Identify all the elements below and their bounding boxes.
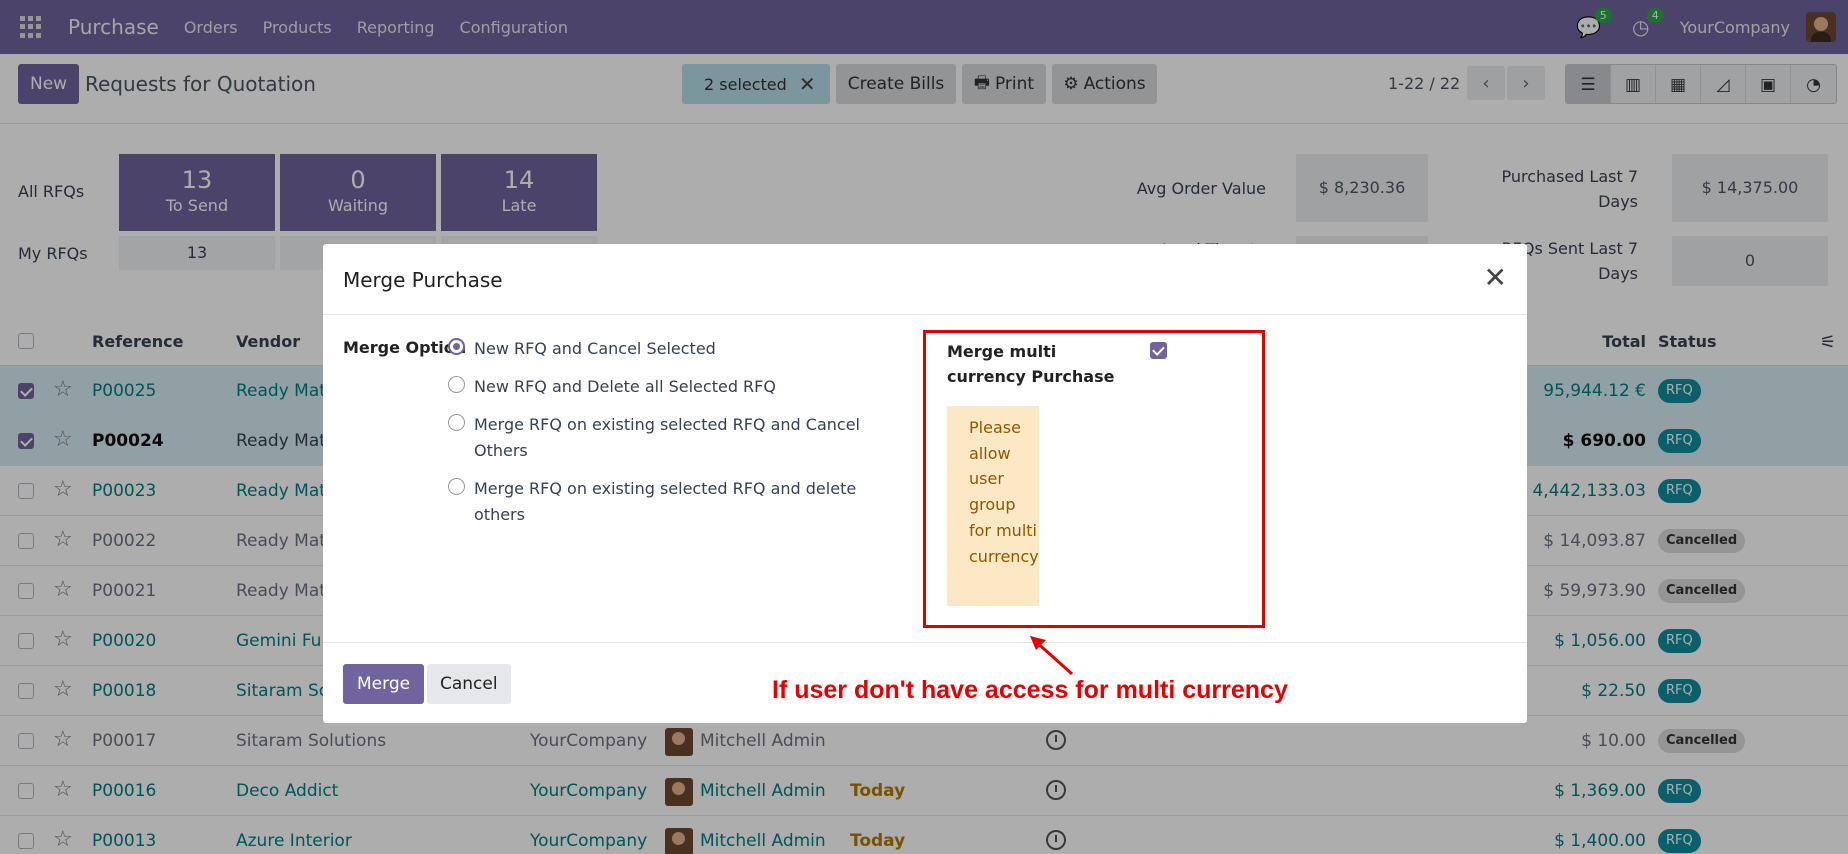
radio-option-label: Merge RFQ on existing selected RFQ and C… <box>474 415 860 460</box>
footer-divider <box>323 642 1527 643</box>
radio-option-new-cancel[interactable]: New RFQ and Cancel Selected <box>448 336 860 362</box>
close-icon[interactable]: ✕ <box>1484 264 1507 292</box>
merge-button[interactable]: Merge <box>343 664 425 704</box>
radio-option-label: New RFQ and Delete all Selected RFQ <box>474 377 776 396</box>
radio-option-label: New RFQ and Cancel Selected <box>474 339 716 358</box>
cancel-button[interactable]: Cancel <box>427 664 511 704</box>
annotation-arrow-icon <box>1030 636 1074 676</box>
radio-button[interactable] <box>448 478 465 495</box>
dialog-title: Merge Purchase <box>343 268 503 292</box>
multi-currency-highlight-box: Merge multi currency Purchase Please all… <box>923 330 1265 628</box>
radio-button[interactable] <box>448 338 465 355</box>
annotation-text: If user don't have access for multi curr… <box>772 676 1288 704</box>
permission-warning: Please allow user group for multi curren… <box>947 406 1039 606</box>
merge-purchase-dialog: Merge Purchase ✕ Merge Option New RFQ an… <box>323 244 1527 723</box>
radio-button[interactable] <box>448 414 465 431</box>
merge-multi-currency-label: Merge multi currency Purchase <box>947 342 1115 386</box>
radio-option-existing-delete[interactable]: Merge RFQ on existing selected RFQ and d… <box>448 476 860 528</box>
merge-multi-currency-checkbox[interactable] <box>1150 342 1167 359</box>
radio-option-existing-cancel[interactable]: Merge RFQ on existing selected RFQ and C… <box>448 412 860 464</box>
radio-button[interactable] <box>448 376 465 393</box>
header-divider <box>323 314 1527 315</box>
radio-option-new-delete[interactable]: New RFQ and Delete all Selected RFQ <box>448 374 860 400</box>
radio-option-label: Merge RFQ on existing selected RFQ and d… <box>474 479 857 524</box>
